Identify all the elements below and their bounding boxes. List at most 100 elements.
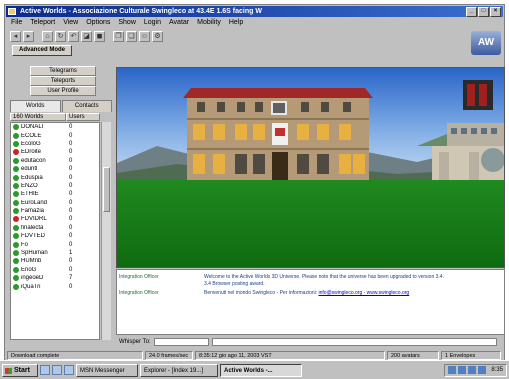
world-users: 0 xyxy=(69,140,73,147)
world-users: 0 xyxy=(69,191,73,198)
advanced-mode-tab[interactable]: Advanced Mode xyxy=(12,45,72,56)
whisper-target-select[interactable] xyxy=(153,337,209,346)
back-icon[interactable]: ◂ xyxy=(10,30,21,42)
world-status-icon xyxy=(13,182,19,189)
maximize-button[interactable]: □ xyxy=(478,7,489,17)
menu-mobility[interactable]: Mobility xyxy=(197,18,221,27)
list-item[interactable]: SpHuman 1 xyxy=(11,249,99,257)
world-users: 0 xyxy=(69,182,73,189)
window-controls: _ □ × xyxy=(466,7,501,17)
list-item[interactable]: FDVIDRL 0 xyxy=(11,215,99,223)
paste-icon[interactable]: ❏ xyxy=(126,30,137,42)
copy-icon[interactable]: ❐ xyxy=(113,30,124,42)
col-worlds[interactable]: 160 Worlds xyxy=(10,113,66,121)
quicklaunch-ie-icon[interactable] xyxy=(40,365,50,375)
start-button[interactable]: Start xyxy=(2,363,38,377)
teleports-button[interactable]: Teleports xyxy=(30,76,96,86)
list-item[interactable]: DONALI 0 xyxy=(11,123,99,131)
refresh-icon[interactable]: ↻ xyxy=(55,30,66,42)
tray-volume-icon[interactable] xyxy=(458,366,467,374)
toolbar: ◂ ▸ ⌂ ↻ ↶ ◪ ◼ ❐ ❏ ☺ ⚙ xyxy=(7,28,502,44)
list-item[interactable]: ENZO 0 xyxy=(11,182,99,190)
list-item[interactable]: Fo 0 xyxy=(11,240,99,248)
user-profile-button[interactable]: User Profile xyxy=(30,86,96,96)
home-icon[interactable]: ⌂ xyxy=(42,30,53,42)
world-name: ETHIE xyxy=(21,191,39,198)
menu-view[interactable]: View xyxy=(63,18,78,27)
settings-icon[interactable]: ⚙ xyxy=(152,30,163,42)
list-item[interactable]: HUMnb 0 xyxy=(11,257,99,265)
chat-sender xyxy=(119,281,204,287)
title-bar[interactable]: Active Worlds - Associazione Culturale S… xyxy=(6,6,503,17)
system-tray: 8:35 xyxy=(444,363,507,377)
world-name: Famazia xyxy=(21,208,45,215)
list-item[interactable]: edutacon 0 xyxy=(11,157,99,165)
world-users: 0 xyxy=(69,174,73,181)
tab-worlds[interactable]: Worlds xyxy=(10,100,61,112)
menu-options[interactable]: Options xyxy=(86,18,110,27)
world-list-scrollbar[interactable] xyxy=(101,122,111,340)
list-item[interactable]: EDroite 0 xyxy=(11,148,99,156)
tray-network-icon[interactable] xyxy=(448,366,457,374)
task-msn-messenger[interactable]: MSN Messenger xyxy=(76,363,138,377)
col-users[interactable]: Users xyxy=(66,113,100,121)
gesture-icon[interactable]: ☺ xyxy=(139,30,150,42)
whisper-label: Whisper To: xyxy=(119,338,151,345)
menu-avatar[interactable]: Avatar xyxy=(169,18,189,27)
chat-input[interactable] xyxy=(211,337,497,346)
status-objects: 1 Envelopes xyxy=(441,351,501,360)
forward-icon[interactable]: ▸ xyxy=(23,30,34,42)
world-list-header: 160 Worlds Users xyxy=(10,113,100,121)
status-users: 200 avatars xyxy=(387,351,439,360)
close-button[interactable]: × xyxy=(490,7,501,17)
camera-view-icon[interactable]: ◪ xyxy=(81,30,92,42)
quicklaunch-mail-icon[interactable] xyxy=(64,365,74,375)
list-item[interactable]: Famazia 0 xyxy=(11,207,99,215)
list-item[interactable]: ETHIE 0 xyxy=(11,190,99,198)
task-active-worlds[interactable]: Active Worlds -... xyxy=(220,363,302,377)
menu-show[interactable]: Show xyxy=(118,18,136,27)
minimize-button[interactable]: _ xyxy=(466,7,477,17)
3d-viewport[interactable] xyxy=(116,67,505,268)
world-users: 0 xyxy=(69,124,73,131)
undo-icon[interactable]: ↶ xyxy=(68,30,79,42)
tray-msn-icon[interactable] xyxy=(468,366,477,374)
chat-link[interactable]: info@swingleco.org - www.swingleco.org xyxy=(319,290,410,296)
menu-login[interactable]: Login xyxy=(144,18,161,27)
tab-contacts[interactable]: Contacts xyxy=(61,100,112,112)
chat-line: Integration Officer Welcome to the Active… xyxy=(119,274,499,280)
telegrams-button[interactable]: Telegrams xyxy=(30,66,96,76)
clock: 8:35 xyxy=(491,367,503,373)
list-item[interactable]: EcoloG 0 xyxy=(11,140,99,148)
third-person-icon[interactable]: ◼ xyxy=(94,30,105,42)
world-status-icon xyxy=(13,224,19,231)
world-users: 0 xyxy=(69,283,73,290)
list-item[interactable]: finalecta 0 xyxy=(11,224,99,232)
list-item[interactable]: FDVTED 0 xyxy=(11,232,99,240)
world-name: EcoloG xyxy=(21,140,41,147)
list-item[interactable]: Eduspia 0 xyxy=(11,173,99,181)
list-item[interactable]: iQuaTri 0 xyxy=(11,282,99,290)
world-users: 0 xyxy=(69,208,73,215)
tray-antivirus-icon[interactable] xyxy=(478,366,487,374)
task-explorer[interactable]: Explorer - [Index 19...] xyxy=(140,363,218,377)
world-status-icon xyxy=(13,233,19,240)
menu-teleport[interactable]: Teleport xyxy=(30,18,55,27)
list-item[interactable]: ingeoeD 7 xyxy=(11,274,99,282)
world-users: 0 xyxy=(69,149,73,156)
menu-file[interactable]: File xyxy=(11,18,22,27)
status-bar: Download complete 24.0 frames/sec 8:35:1… xyxy=(7,351,502,360)
world-name: Eduspia xyxy=(21,174,43,181)
world-status-icon xyxy=(13,166,19,173)
chat-sender: Integration Officer xyxy=(119,274,159,280)
world-name: ENZO xyxy=(21,182,38,189)
menu-help[interactable]: Help xyxy=(229,18,243,27)
list-item[interactable]: EuroLand 0 xyxy=(11,199,99,207)
list-item[interactable]: eduntl 0 xyxy=(11,165,99,173)
list-item[interactable]: EnoG 0 xyxy=(11,266,99,274)
world-name: EnoG xyxy=(21,266,37,273)
list-item[interactable]: ECOLE 0 xyxy=(11,131,99,139)
app-window: Active Worlds - Associazione Culturale S… xyxy=(4,4,505,375)
scrollbar-thumb[interactable] xyxy=(103,167,110,212)
quicklaunch-desktop-icon[interactable] xyxy=(52,365,62,375)
